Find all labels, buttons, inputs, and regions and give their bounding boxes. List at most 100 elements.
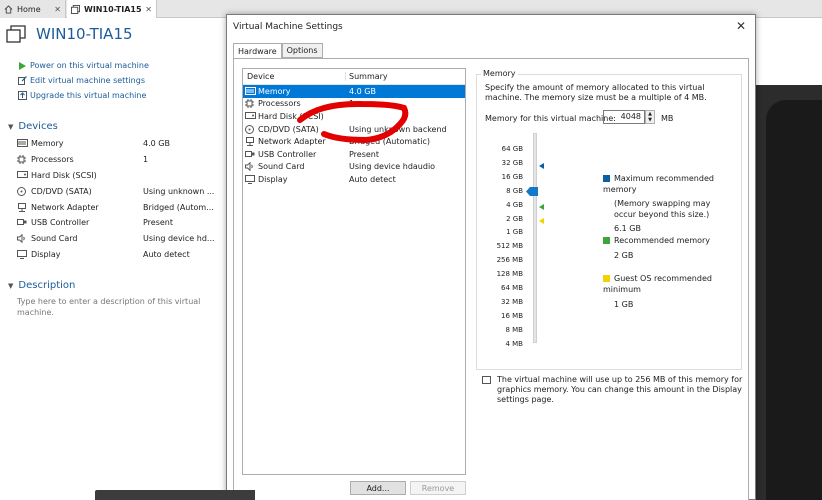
memory-unit: MB [661, 114, 674, 123]
network-icon [17, 202, 28, 212]
vm-settings-dialog: Virtual Machine Settings ✕ Hardware Opti… [226, 14, 756, 500]
scale-tick-label: 32 MB [501, 297, 523, 306]
home-icon [4, 4, 13, 14]
usb-icon [245, 150, 256, 159]
tab-hardware[interactable]: Hardware [233, 43, 282, 59]
network-icon [245, 137, 256, 147]
close-icon[interactable]: ✕ [145, 5, 152, 14]
summary-cell: 1 [349, 99, 355, 109]
list-item[interactable]: USB Controller Present [17, 215, 222, 231]
list-item[interactable]: Display Auto detect [17, 247, 222, 263]
description-heading-label: Description [18, 280, 76, 291]
legend-rec-value: 2 GB [614, 251, 634, 260]
list-item[interactable]: Sound Card Using device hd... [17, 231, 222, 247]
close-icon[interactable]: ✕ [736, 19, 746, 33]
table-row[interactable]: Processors 1 [243, 98, 465, 111]
spin-down-icon[interactable]: ▼ [646, 117, 654, 123]
memory-field-label: Memory for this virtual machine: [485, 114, 616, 123]
upgrade-icon [17, 91, 27, 101]
collapse-triangle-icon: ▼ [8, 281, 14, 290]
table-row[interactable]: Memory 4.0 GB [243, 85, 465, 98]
device-name: Memory [31, 139, 64, 149]
device-cell: Hard Disk (SCSI) [258, 111, 324, 121]
device-cell: Processors [258, 99, 301, 109]
vm-icon [71, 4, 80, 14]
taskbar-item[interactable] [95, 490, 255, 500]
device-value: 4.0 GB [143, 139, 170, 149]
memory-input[interactable]: 4048 [603, 110, 645, 124]
memory-slider-thumb[interactable] [526, 187, 538, 196]
vm-title: WIN10-TIA15 [36, 25, 133, 43]
edit-settings-link[interactable]: Edit virtual machine settings [17, 73, 149, 88]
legend-rec-label: Recommended memory [614, 236, 711, 245]
device-cell: USB Controller [258, 149, 317, 159]
add-button[interactable]: Add... [350, 481, 406, 495]
list-item[interactable]: Hard Disk (SCSI) [17, 168, 222, 184]
cd-dvd-icon [245, 124, 256, 134]
vm-device-list: Memory 4.0 GB Processors 1 Hard Disk (SCSI… [17, 136, 222, 262]
device-value: Present [143, 218, 174, 228]
memory-icon [17, 139, 28, 148]
legend-max-value: 6.1 GB [614, 224, 641, 233]
info-icon [482, 376, 491, 384]
table-row[interactable]: Display Auto detect [243, 173, 465, 186]
table-header: Device Summary [243, 69, 465, 85]
dialog-body: Device Summary Memory 4.0 GB Processors … [233, 58, 749, 500]
sound-icon [17, 234, 28, 244]
table-row[interactable]: Network Adapter Bridged (Automatic) [243, 135, 465, 148]
scale-tick-label: 4 MB [505, 339, 523, 348]
scale-tick-label: 8 MB [505, 325, 523, 334]
scale-tick-label: 2 GB [506, 214, 523, 223]
scale-tick-label: 4 GB [506, 200, 523, 209]
scale-tick-label: 8 GB [506, 186, 523, 195]
power-on-link[interactable]: Power on this virtual machine [17, 58, 149, 73]
table-row[interactable]: Sound Card Using device hdaudio [243, 161, 465, 174]
legend-max-label: Maximum recommended memory [603, 174, 714, 194]
scale-tick-label: 256 MB [496, 256, 523, 265]
column-header-device[interactable]: Device [243, 72, 345, 81]
tab-vm-label: WIN10-TIA15 [84, 4, 142, 14]
recommended-memory-marker [539, 204, 544, 210]
description-field[interactable]: Type here to enter a description of this… [17, 296, 217, 318]
cd-dvd-icon [17, 186, 28, 196]
devices-heading[interactable]: ▼ Devices [8, 121, 58, 132]
tab-home[interactable]: Home ✕ [0, 0, 66, 18]
list-item[interactable]: Network Adapter Bridged (Autom... [17, 199, 222, 215]
vm-icon [6, 25, 26, 43]
scale-tick-label: 64 GB [501, 145, 523, 153]
tab-options[interactable]: Options [281, 43, 323, 58]
summary-cell: Present [349, 149, 380, 159]
upgrade-link[interactable]: Upgrade this virtual machine [17, 88, 149, 103]
list-item[interactable]: Memory 4.0 GB [17, 136, 222, 152]
list-item[interactable]: CD/DVD (SATA) Using unknown ... [17, 183, 222, 199]
scale-tick-label: 512 MB [496, 242, 523, 251]
sound-icon [245, 162, 256, 172]
memory-slider-track[interactable] [533, 133, 537, 343]
list-item[interactable]: Processors 1 [17, 152, 222, 168]
remove-button[interactable]: Remove [410, 481, 466, 495]
device-cell: Memory [258, 86, 291, 96]
close-icon[interactable]: ✕ [54, 5, 61, 14]
console-preview [766, 100, 822, 500]
hard-disk-icon [245, 111, 256, 121]
info-text: The virtual machine will use up to 256 M… [497, 375, 743, 404]
edit-settings-label: Edit virtual machine settings [30, 76, 145, 85]
device-name: Network Adapter [31, 202, 99, 212]
tab-vm[interactable]: WIN10-TIA15 ✕ [67, 0, 157, 18]
power-on-label: Power on this virtual machine [30, 61, 149, 70]
memory-description: Specify the amount of memory allocated t… [485, 83, 707, 102]
tab-home-label: Home [17, 4, 41, 14]
processor-icon [245, 99, 256, 109]
summary-cell: Auto detect [349, 174, 396, 184]
table-row[interactable]: CD/DVD (SATA) Using unknown backend [243, 123, 465, 136]
scale-tick-label: 16 MB [501, 311, 523, 320]
table-row[interactable]: Hard Disk (SCSI) [243, 110, 465, 123]
table-row[interactable]: USB Controller Present [243, 148, 465, 161]
description-heading[interactable]: ▼ Description [8, 280, 75, 291]
device-name: Display [31, 249, 61, 259]
legend-min-label: Guest OS recommended minimum [603, 274, 712, 294]
memory-spinner[interactable]: ▲ ▼ [645, 110, 655, 124]
column-header-summary[interactable]: Summary [345, 72, 388, 81]
dialog-tabs: Hardware Options [233, 43, 323, 59]
scale-tick-label: 16 GB [501, 172, 523, 181]
